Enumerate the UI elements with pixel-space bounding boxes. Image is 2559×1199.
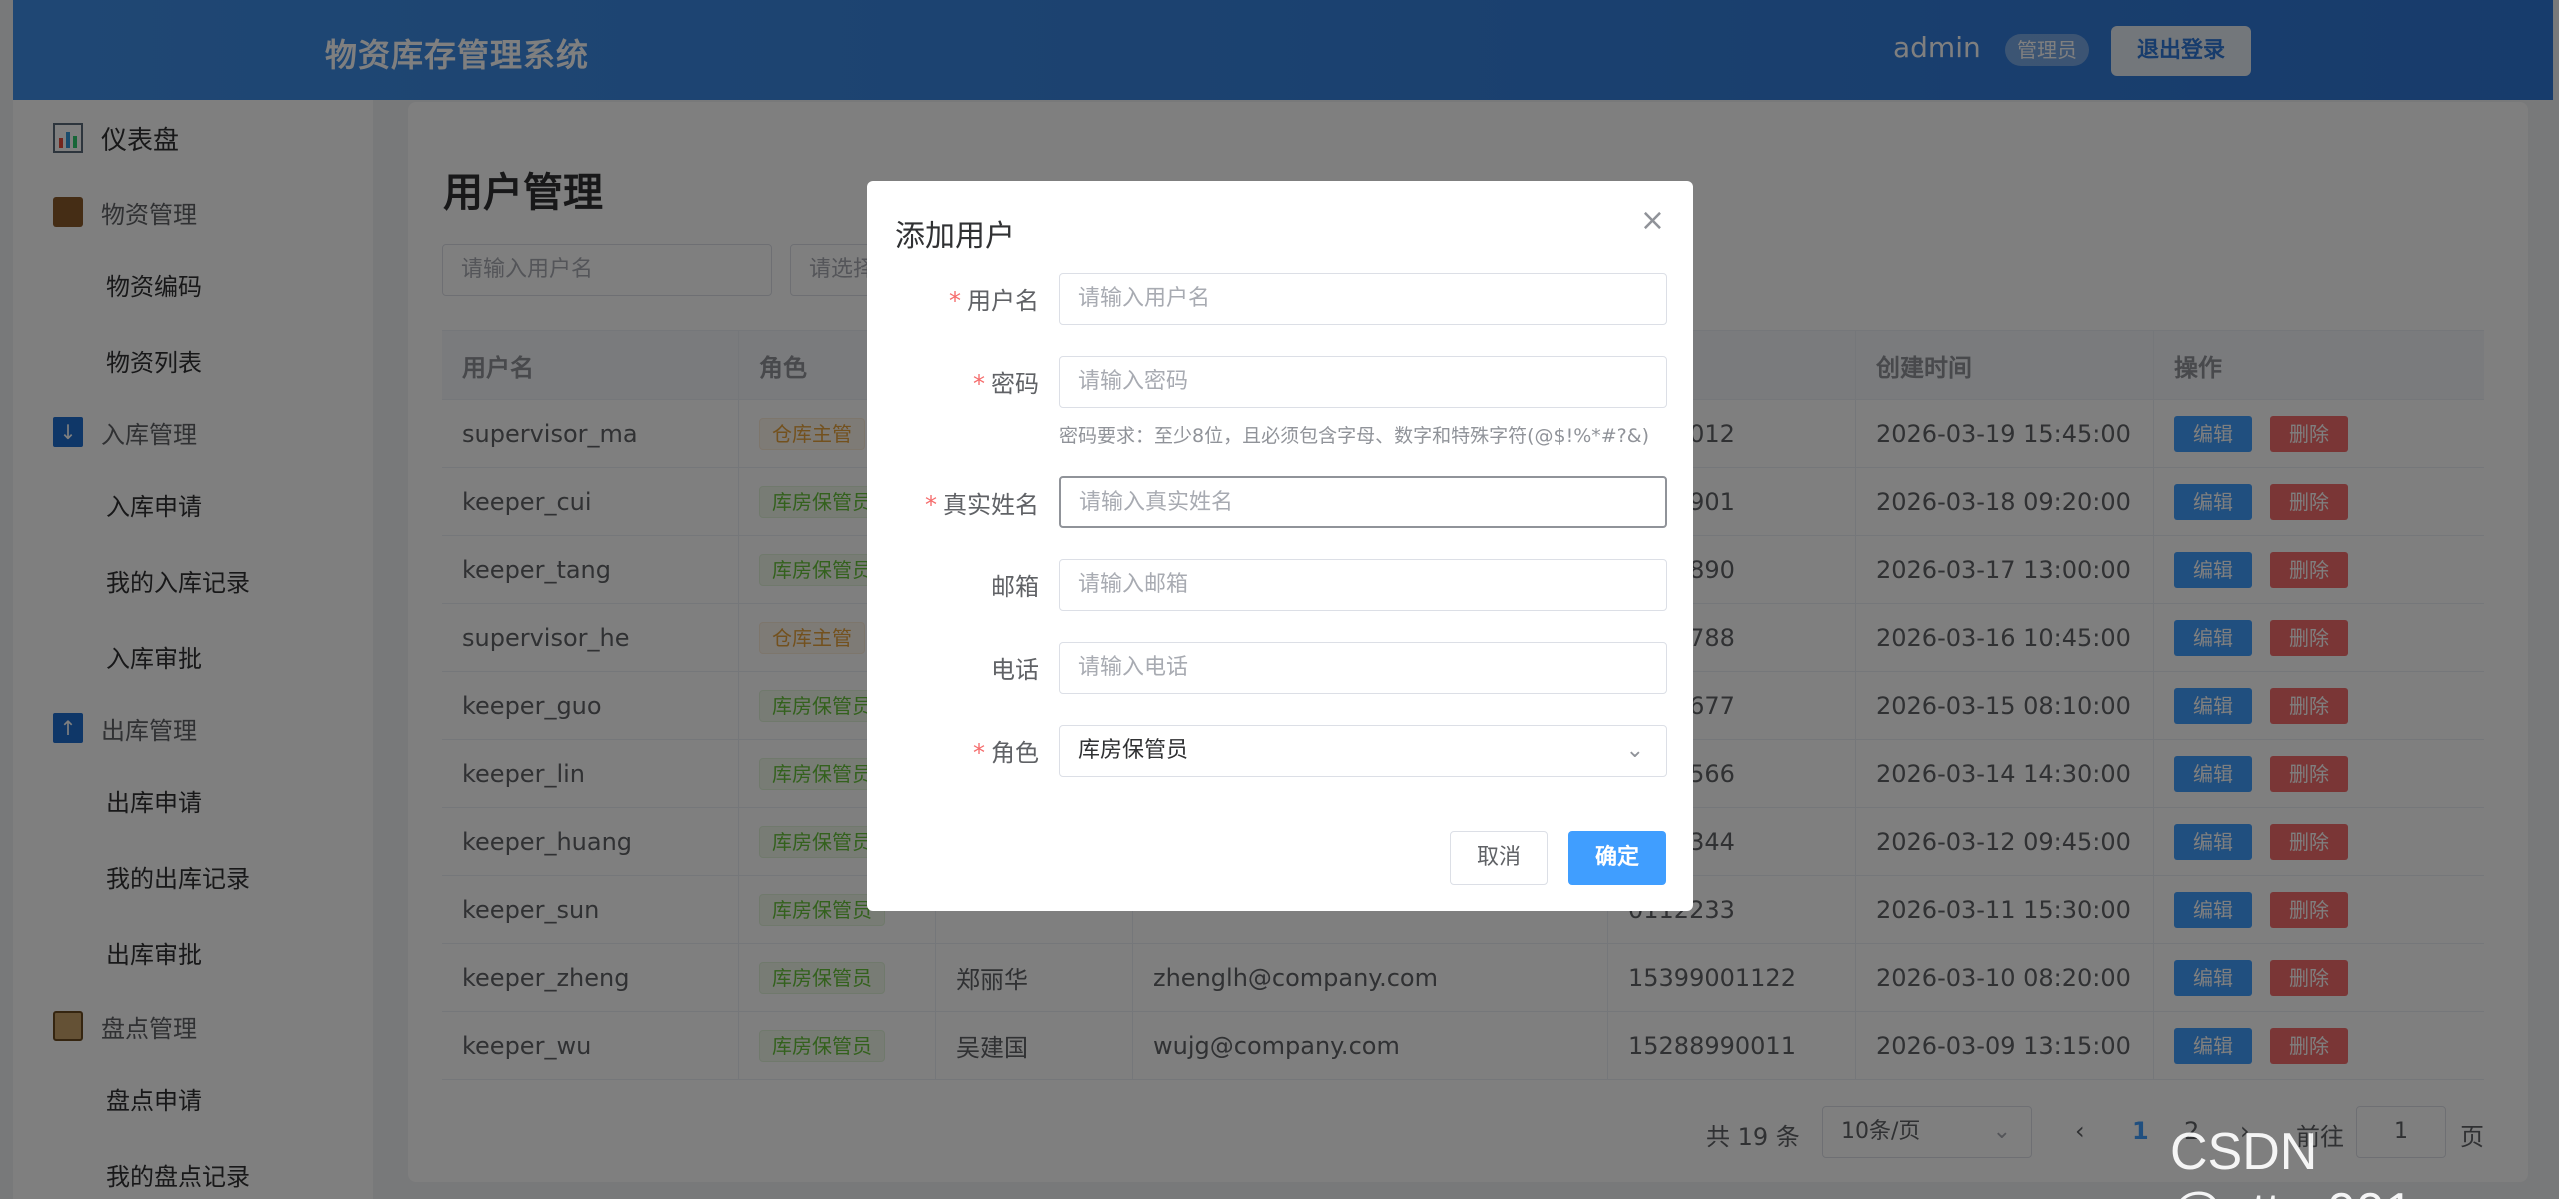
password-input[interactable]: 请输入密码 (1059, 356, 1667, 408)
email-label: 邮箱 (991, 573, 1039, 601)
email-input[interactable]: 请输入邮箱 (1059, 559, 1667, 611)
cancel-button[interactable]: 取消 (1450, 831, 1548, 885)
close-icon[interactable]: × (1640, 203, 1665, 238)
role-label: * 角色 (973, 739, 1039, 767)
confirm-button[interactable]: 确定 (1568, 831, 1666, 885)
realname-input[interactable]: 请输入真实姓名 (1059, 476, 1667, 528)
dialog-title: 添加用户 (895, 219, 1015, 254)
realname-label: * 真实姓名 (925, 491, 1039, 519)
password-hint: 密码要求：至少8位，且必须包含字母、数字和特殊字符(@$!%*#?&) (1059, 425, 1649, 447)
role-select[interactable]: 库房保管员 ⌄ (1059, 725, 1667, 777)
watermark: CSDN @attr_001 (2170, 1123, 2414, 1199)
password-label: * 密码 (973, 370, 1039, 398)
phone-label: 电话 (991, 656, 1039, 684)
username-label: * 用户名 (949, 287, 1039, 315)
role-select-value: 库房保管员 (1078, 738, 1189, 763)
chevron-down-icon: ⌄ (1625, 738, 1644, 763)
username-input[interactable]: 请输入用户名 (1059, 273, 1667, 325)
add-user-dialog: 添加用户 × * 用户名 请输入用户名 * 密码 请输入密码 密码要求：至少8位，且… (867, 181, 1693, 911)
phone-input[interactable]: 请输入电话 (1059, 642, 1667, 694)
